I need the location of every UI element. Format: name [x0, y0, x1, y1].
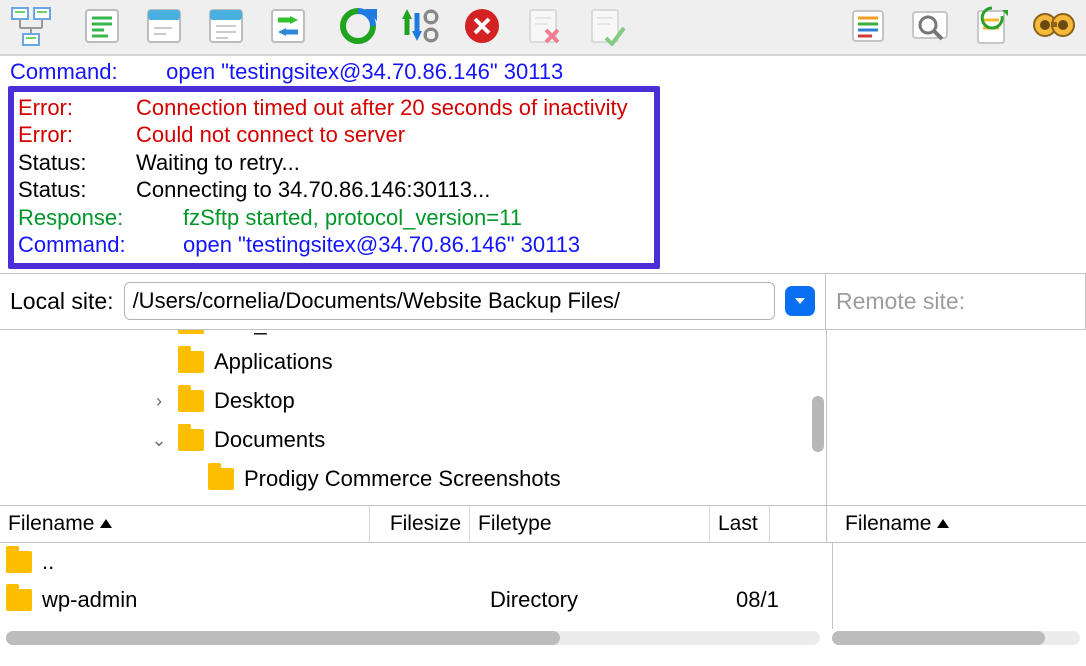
file-modified: 08/1 [736, 587, 832, 613]
remote-hscrollbar[interactable] [832, 631, 1080, 645]
toggle-queue-icon[interactable] [266, 4, 310, 48]
local-hscrollbar[interactable] [6, 631, 820, 645]
remote-file-list [833, 543, 1086, 629]
log-line: Error:Could not connect to server [18, 121, 648, 149]
toggle-log-icon[interactable] [80, 4, 124, 48]
tree-item[interactable]: Applications [0, 343, 826, 382]
toggle-remote-tree-icon[interactable] [204, 4, 248, 48]
log-highlight-box: Error:Connection timed out after 20 seco… [8, 86, 660, 269]
bottom-scrollbars [0, 629, 1086, 647]
local-site-path-input[interactable] [124, 282, 775, 320]
toolbar-group-3 [336, 4, 628, 48]
log-line: Response:fzSftp started, protocol_versio… [18, 204, 648, 232]
tree-item-label: Desktop [214, 388, 295, 414]
disclosure-arrow-icon[interactable]: › [150, 391, 168, 412]
remote-tree [827, 330, 1086, 505]
tree-item[interactable]: › Desktop [0, 382, 826, 421]
tree-item-label: Prodigy Commerce Screenshots [244, 466, 561, 492]
toolbar-group-1 [10, 4, 54, 48]
search-icon[interactable] [908, 4, 952, 48]
find-icon[interactable] [1032, 4, 1076, 48]
toolbar-group-4 [846, 4, 1076, 48]
column-header[interactable]: Filesize [370, 506, 470, 542]
log-line: Error:Connection timed out after 20 seco… [18, 94, 648, 122]
site-bars: Local site: Remote site: [0, 273, 1086, 330]
log-line: Status:Connecting to 34.70.86.146:30113.… [18, 176, 648, 204]
local-tree[interactable]: .zsh_sessions Applications › Desktop ⌄ Docume… [0, 330, 827, 505]
folder-icon [178, 390, 204, 412]
file-row[interactable]: .. [6, 543, 832, 581]
disconnect-icon[interactable] [522, 4, 566, 48]
toolbar [0, 0, 1086, 55]
column-header[interactable]: Filename [0, 506, 370, 542]
tree-item-label: Applications [214, 349, 333, 375]
column-header[interactable]: Last [710, 506, 770, 542]
remote-list-header: Filename [827, 506, 1086, 542]
remote-site-bar: Remote site: [826, 274, 1086, 330]
file-type: Directory [490, 587, 726, 613]
log-line-command-prev: Command: open "testingsitex@34.70.86.146… [10, 58, 1080, 86]
file-list-headers: FilenameFilesizeFiletypeLast Filename [0, 506, 1086, 543]
tree-item-label: Documents [214, 427, 325, 453]
tree-item[interactable]: Prodigy Commerce Screenshots [0, 460, 826, 499]
file-name: wp-admin [42, 587, 137, 613]
tree-item-label: .zsh_sessions [214, 330, 352, 337]
folder-icon [6, 589, 32, 611]
refresh-icon[interactable] [336, 4, 380, 48]
file-row[interactable]: wp-admin Directory 08/1 [6, 581, 832, 619]
remote-site-label: Remote site: [836, 288, 965, 315]
file-name: .. [42, 549, 54, 575]
disclosure-arrow-icon[interactable]: ⌄ [150, 430, 168, 451]
log-line: Status:Waiting to retry... [18, 149, 648, 177]
sort-ascending-icon [937, 519, 949, 528]
folder-icon [208, 468, 234, 490]
site-manager-icon[interactable] [10, 4, 54, 48]
folder-icon [6, 551, 32, 573]
toolbar-group-2 [80, 4, 310, 48]
toggle-local-tree-icon[interactable] [142, 4, 186, 48]
file-lists: .. wp-admin Directory 08/1 [0, 543, 1086, 629]
folder-icon [178, 330, 204, 335]
tree-item[interactable]: ⌄ Documents [0, 421, 826, 460]
log-line: Command:open "testingsitex@34.70.86.146"… [18, 231, 648, 259]
reconnect-icon[interactable] [584, 4, 628, 48]
local-site-dropdown-button[interactable] [785, 286, 815, 316]
compare-icon[interactable] [970, 4, 1014, 48]
process-queue-icon[interactable] [398, 4, 442, 48]
folder-icon [178, 429, 204, 451]
filter-icon[interactable] [846, 4, 890, 48]
message-log: Command: open "testingsitex@34.70.86.146… [0, 55, 1086, 273]
local-site-bar: Local site: [0, 274, 826, 330]
sort-ascending-icon [100, 519, 112, 528]
column-header[interactable]: Filetype [470, 506, 710, 542]
local-tree-scrollbar-thumb[interactable] [812, 396, 824, 452]
local-list-header: FilenameFilesizeFiletypeLast [0, 506, 827, 542]
local-site-label: Local site: [10, 288, 114, 315]
folder-icon [178, 351, 204, 373]
cancel-icon[interactable] [460, 4, 504, 48]
column-header[interactable]: Filename [837, 506, 957, 542]
local-file-list[interactable]: .. wp-admin Directory 08/1 [0, 543, 833, 629]
directory-tree-panes: .zsh_sessions Applications › Desktop ⌄ Docume… [0, 330, 1086, 506]
tree-item[interactable]: .zsh_sessions [0, 330, 826, 343]
